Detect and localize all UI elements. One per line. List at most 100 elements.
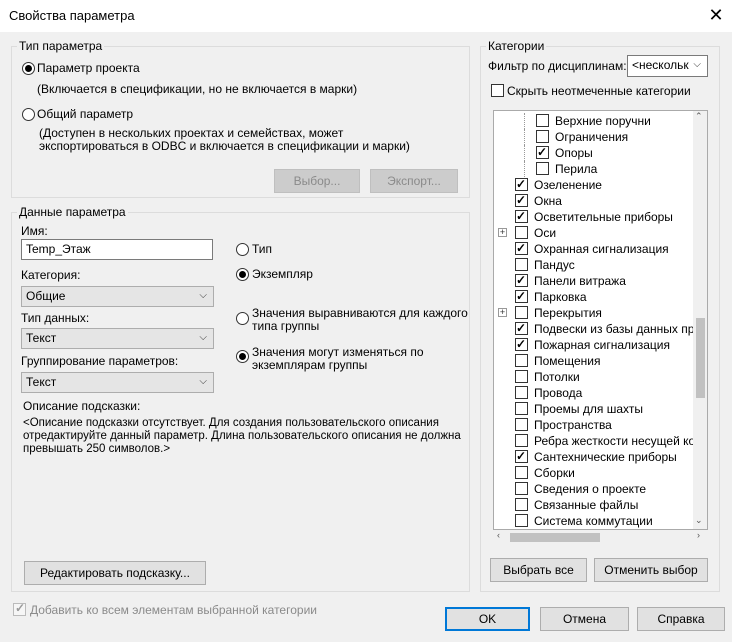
category-checkbox[interactable] xyxy=(515,514,528,527)
category-row[interactable]: Подвески из базы данных прои xyxy=(494,320,707,337)
align-values-label-2[interactable]: типа группы xyxy=(252,319,319,333)
category-label: Озеленение xyxy=(534,178,602,192)
category-row[interactable]: Опоры xyxy=(494,144,694,161)
export-button[interactable]: Экспорт... xyxy=(370,169,458,193)
cancel-button[interactable]: Отмена xyxy=(540,607,629,631)
category-row[interactable]: Сборки xyxy=(494,465,694,481)
instance-label[interactable]: Экземпляр xyxy=(252,267,313,281)
category-row[interactable]: Проемы для шахты xyxy=(494,401,694,417)
category-row[interactable]: Окна xyxy=(494,192,694,209)
project-param-radio[interactable] xyxy=(22,62,35,75)
hide-unchecked-checkbox[interactable] xyxy=(491,84,504,97)
scroll-left-icon[interactable]: ‹ xyxy=(497,530,500,540)
scroll-up-icon[interactable]: ⌃ xyxy=(695,111,703,122)
category-label: Проемы для шахты xyxy=(534,402,643,416)
category-row[interactable]: Связанные файлы xyxy=(494,497,694,513)
category-row[interactable]: Верхние поручни xyxy=(494,113,694,129)
category-row[interactable]: Ребра жесткости несущей конс xyxy=(494,433,707,449)
category-checkbox[interactable] xyxy=(515,498,528,511)
datatype-select[interactable]: Текст ⌵ xyxy=(21,328,214,349)
vary-values-label-1[interactable]: Значения могут изменяться по xyxy=(252,345,424,359)
category-row[interactable]: Провода xyxy=(494,385,694,401)
category-row[interactable]: Сведения о проекте xyxy=(494,481,694,497)
edit-tooltip-button[interactable]: Редактировать подсказку... xyxy=(24,561,206,585)
category-checkbox[interactable] xyxy=(515,258,528,271)
name-field[interactable]: Temp_Этаж xyxy=(21,239,213,260)
category-checkbox[interactable] xyxy=(515,192,528,208)
category-checkbox[interactable] xyxy=(536,130,549,143)
category-checkbox[interactable] xyxy=(536,144,549,160)
category-checkbox[interactable] xyxy=(515,176,528,192)
category-checkbox[interactable] xyxy=(515,240,528,256)
window-title: Свойства параметра xyxy=(9,8,135,23)
scroll-down-icon[interactable]: ⌄ xyxy=(695,515,703,526)
tree-horizontal-thumb[interactable] xyxy=(510,533,600,542)
expand-icon[interactable]: + xyxy=(498,308,507,317)
category-checkbox[interactable] xyxy=(515,448,528,464)
hide-unchecked-label[interactable]: Скрыть неотмеченные категории xyxy=(507,84,691,98)
category-label: Провода xyxy=(534,386,583,400)
tooltip-text-2: отредактируйте данный параметр. Длина по… xyxy=(23,430,461,442)
category-row[interactable]: Панели витража xyxy=(494,272,694,289)
select-all-button[interactable]: Выбрать все xyxy=(490,558,587,582)
category-checkbox[interactable] xyxy=(515,320,528,336)
vary-values-radio[interactable] xyxy=(236,350,249,363)
type-radio[interactable] xyxy=(236,243,249,256)
category-row[interactable]: Ограничения xyxy=(494,129,694,145)
instance-radio[interactable] xyxy=(236,268,249,281)
vary-values-label-2[interactable]: экземплярам группы xyxy=(252,358,367,372)
category-checkbox[interactable] xyxy=(515,418,528,431)
category-checkbox[interactable] xyxy=(515,402,528,415)
category-row[interactable]: Пространства xyxy=(494,417,694,433)
category-row[interactable]: Сантехнические приборы xyxy=(494,448,694,465)
align-values-label-1[interactable]: Значения выравниваются для каждого xyxy=(252,306,468,320)
category-checkbox[interactable] xyxy=(515,272,528,288)
category-checkbox[interactable] xyxy=(515,386,528,399)
help-button[interactable]: Справка xyxy=(637,607,725,631)
close-icon[interactable]: ✕ xyxy=(706,4,726,26)
type-label[interactable]: Тип xyxy=(252,242,272,256)
discipline-filter-select[interactable]: <нескольк ⌵ xyxy=(627,55,708,77)
category-row[interactable]: Осветительные приборы xyxy=(494,208,694,225)
ok-button[interactable]: OK xyxy=(445,607,530,631)
category-checkbox[interactable] xyxy=(515,466,528,479)
shared-param-label[interactable]: Общий параметр xyxy=(37,107,133,121)
category-row[interactable]: + Перекрытия xyxy=(494,305,694,321)
category-row[interactable]: Охранная сигнализация xyxy=(494,240,694,257)
category-select[interactable]: Общие ⌵ xyxy=(21,286,214,307)
category-row[interactable]: Пожарная сигнализация xyxy=(494,336,694,353)
category-checkbox[interactable] xyxy=(536,114,549,127)
category-row[interactable]: Парковка xyxy=(494,288,694,305)
category-label: Опоры xyxy=(555,146,593,160)
category-checkbox[interactable] xyxy=(515,226,528,239)
category-checkbox[interactable] xyxy=(536,162,549,175)
category-checkbox[interactable] xyxy=(515,288,528,304)
category-row[interactable]: Потолки xyxy=(494,369,694,385)
category-checkbox[interactable] xyxy=(515,306,528,319)
shared-param-desc-1: (Доступен в нескольких проектах и семейс… xyxy=(39,126,344,140)
shared-param-radio[interactable] xyxy=(22,108,35,121)
scroll-right-icon[interactable]: › xyxy=(697,530,700,540)
category-row[interactable]: Перила xyxy=(494,161,694,177)
add-all-checkbox[interactable]: ✓ xyxy=(13,601,26,616)
category-row[interactable]: + Оси xyxy=(494,225,694,241)
tree-vertical-thumb[interactable] xyxy=(696,318,705,398)
category-row[interactable]: Система коммутации xyxy=(494,513,694,529)
align-values-radio[interactable] xyxy=(236,312,249,325)
deselect-all-button[interactable]: Отменить выбор xyxy=(594,558,708,582)
expand-icon[interactable]: + xyxy=(498,228,507,237)
select-button[interactable]: Выбор... xyxy=(274,169,360,193)
category-checkbox[interactable] xyxy=(515,434,528,447)
category-row[interactable]: Озеленение xyxy=(494,176,694,193)
category-row[interactable]: Помещения xyxy=(494,353,694,369)
project-param-label[interactable]: Параметр проекта xyxy=(37,61,140,75)
category-checkbox[interactable] xyxy=(515,336,528,352)
category-tree[interactable]: Верхние поручни Ограничения Опоры Перила Озе… xyxy=(493,110,708,530)
category-checkbox[interactable] xyxy=(515,354,528,367)
grouping-select[interactable]: Текст ⌵ xyxy=(21,372,214,393)
category-checkbox[interactable] xyxy=(515,370,528,383)
category-checkbox[interactable] xyxy=(515,482,528,495)
category-row[interactable]: Пандус xyxy=(494,257,694,273)
category-label: Оси xyxy=(534,226,557,240)
category-checkbox[interactable] xyxy=(515,208,528,224)
